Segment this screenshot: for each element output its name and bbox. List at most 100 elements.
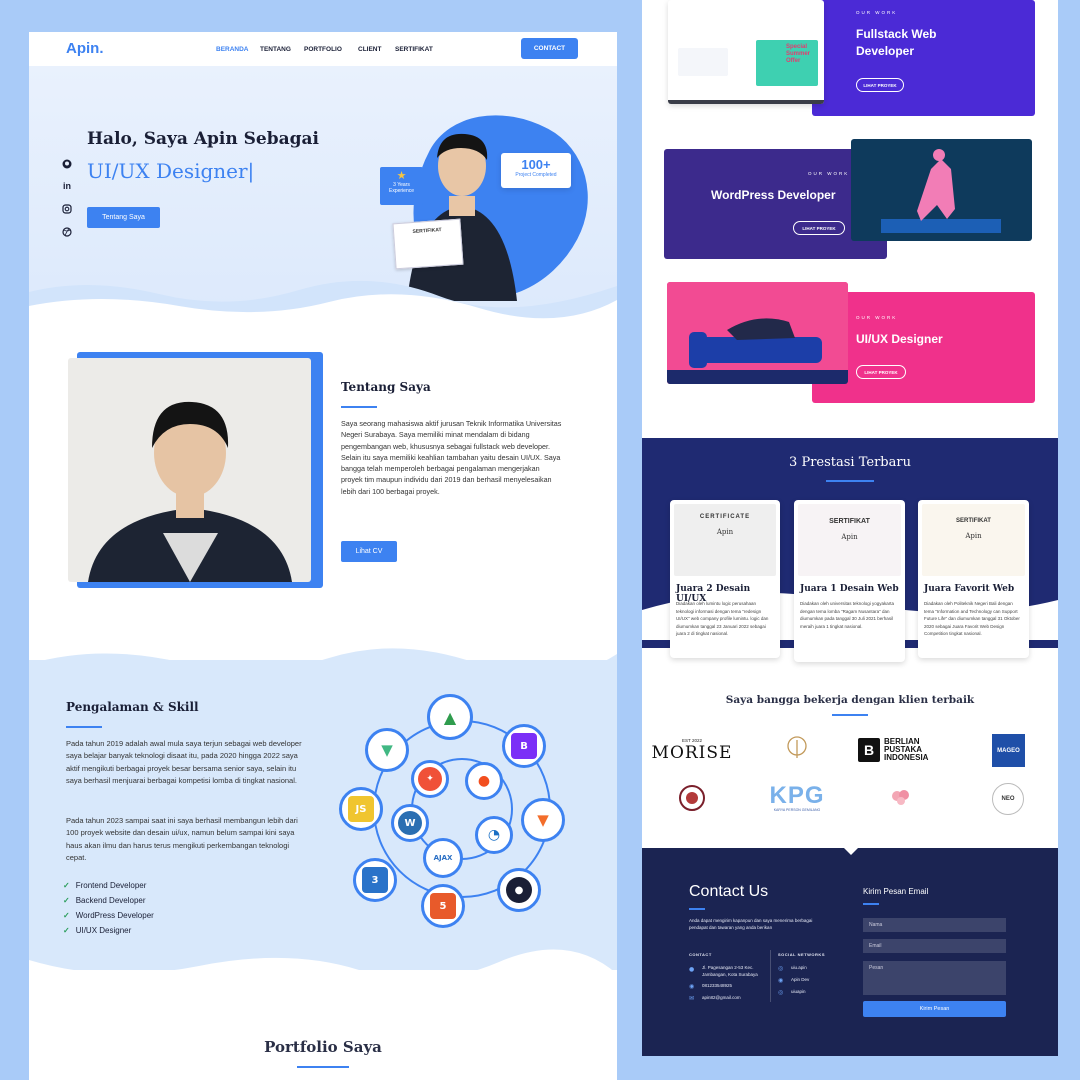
nav-link-portfolio[interactable]: PORTFOLIO (304, 46, 342, 53)
nav-link-tentang[interactable]: TENTANG (260, 46, 291, 53)
award-title: Juara Favorit Web (924, 584, 1015, 594)
skill-item-label: Frontend Developer (75, 881, 147, 890)
portfolio-eyebrow: OUR WORK (808, 171, 850, 176)
lihat-proyek-button[interactable]: LIHAT PROYEK (856, 365, 906, 379)
portfolio-card-title: UI/UX Designer (856, 332, 943, 346)
social-heading: SOCIAL NETWORKS (778, 952, 825, 957)
linkedin-icon[interactable]: in (60, 179, 74, 193)
github-icon[interactable] (60, 157, 74, 171)
hero-role: UI/UX Designer| (87, 159, 255, 183)
award-card[interactable]: CERTIFICATE Apin Juara 2 Desain UI/UX Di… (670, 500, 780, 658)
about-photo (68, 358, 311, 582)
contact-title: Contact Us (689, 883, 769, 900)
award-card[interactable]: SERTIFIKAT Apin Juara 1 Desain Web Diada… (794, 500, 905, 662)
gitlab-icon: ▼ (521, 798, 565, 842)
award-description: Diadakan oleh Politeknik Negeri Bali den… (924, 601, 1020, 636)
contact-button[interactable]: CONTACT (521, 38, 578, 59)
dribbble-icon: ◎ (778, 989, 784, 996)
award-certificate-name: Apin (841, 533, 858, 541)
morise-name: MORISE (651, 742, 733, 763)
social-link[interactable]: Apin Dev (791, 976, 809, 983)
nav-link-sertifikat[interactable]: SERTIFIKAT (395, 46, 433, 53)
mockup-offer-text: Special Summer Offer (786, 44, 811, 64)
award-certificate-name: Apin (965, 532, 982, 540)
skill-item-label: WordPress Developer (75, 911, 154, 920)
client-logo-mageo: MAGEO (992, 734, 1025, 767)
experience-title: Pengalaman & Skill (66, 700, 199, 714)
about-title-underline (341, 406, 377, 408)
location-icon: ● (689, 966, 695, 973)
award-certificate-label: SERTIFIKAT (829, 518, 870, 525)
award-certificate-image: CERTIFICATE Apin (674, 504, 776, 576)
contact-email[interactable]: apin82@gmail.com (702, 994, 741, 1001)
javascript-icon: JS (339, 787, 383, 831)
lihat-cv-button[interactable]: Lihat CV (341, 541, 397, 562)
portfolio-illustration-vr (851, 139, 1032, 241)
tentang-saya-button[interactable]: Tentang Saya (87, 207, 160, 228)
contact-description: Anda dapat mengirim kapanpun dan saya me… (689, 918, 813, 930)
skill-item: ✓ Frontend Developer (63, 881, 146, 890)
nav-link-client[interactable]: CLIENT (358, 46, 381, 53)
css3-icon: 3 (353, 858, 397, 902)
contact-divider (770, 950, 771, 1002)
experience-para-2: Pada tahun 2023 sampai saat ini saya ber… (66, 816, 298, 862)
certificate-label: SERTIFIKAT (412, 227, 442, 236)
social-link[interactable]: uiuapin (791, 988, 806, 995)
award-certificate-image: SERTIFIKAT Apin (798, 504, 901, 576)
clients-title-underline (832, 714, 868, 716)
client-logo-berlian: B BERLIAN PUSTAKA INDONESIA (858, 736, 948, 764)
berlian-mark: B (858, 738, 880, 762)
bootstrap-icon: B (502, 724, 546, 768)
projects-label: Project Completed (515, 172, 557, 178)
navbar: Apin. BERANDA TENTANG PORTFOLIO CLIENT S… (29, 32, 617, 66)
contact-title-underline (689, 908, 705, 910)
social-link[interactable]: uiu.apin (791, 964, 807, 971)
landing-page-left: Apin. BERANDA TENTANG PORTFOLIO CLIENT S… (29, 32, 617, 1080)
berlian-name: BERLIAN PUSTAKA INDONESIA (884, 737, 929, 762)
ajax-icon: AJAX (423, 838, 463, 878)
award-certificate-label: SERTIFIKAT (956, 518, 991, 524)
awards-title: 3 Prestasi Terbaru (789, 455, 911, 470)
portfolio-card-fullstack[interactable]: OUR WORK Fullstack Web Developer LIHAT P… (812, 0, 1035, 116)
kirim-pesan-button[interactable]: Kirim Pesan (863, 1001, 1006, 1017)
skill-item-label: UI/UX Designer (75, 926, 132, 935)
message-textarea[interactable]: Pesan (863, 961, 1006, 995)
instagram-icon: ◎ (778, 965, 784, 972)
projects-badge: 100+ Project Completed (501, 153, 571, 188)
years-badge-label: 3 Years Experience (388, 182, 414, 194)
skill-item-label: Backend Developer (75, 896, 146, 905)
portfolio-eyebrow: OUR WORK (856, 315, 898, 320)
lihat-proyek-button[interactable]: LIHAT PROYEK (793, 221, 845, 235)
experience-title-underline (66, 726, 102, 728)
portfolio-title-underline (297, 1066, 349, 1068)
about-body: Saya seorang mahasiswa aktif jurusan Tek… (341, 419, 562, 496)
skill-item: ✓ Backend Developer (63, 896, 146, 905)
landing-page-right: OUR WORK Fullstack Web Developer LIHAT P… (642, 0, 1058, 1056)
phone-icon: ◉ (689, 983, 695, 990)
hero-greeting: Halo, Saya Apin Sebagai (87, 129, 319, 149)
mockup-product (678, 48, 728, 76)
swift-icon: ✦ (411, 760, 449, 798)
mockup-banner: Special Summer Offer (756, 40, 818, 86)
client-logo-floral (886, 782, 916, 814)
email-input[interactable]: Email (863, 939, 1006, 953)
instagram-icon[interactable] (60, 202, 74, 216)
nav-link-beranda[interactable]: BERANDA (216, 46, 249, 53)
award-card[interactable]: SERTIFIKAT Apin Juara Favorit Web Diadak… (918, 500, 1029, 658)
check-icon: ✓ (63, 881, 70, 890)
dribbble-icon[interactable] (60, 225, 74, 239)
laravel-icon: ▲ (427, 694, 473, 740)
form-title: Kirim Pesan Email (863, 887, 929, 896)
portfolio-illustration-sofa (667, 282, 848, 384)
clients-title: Saya bangga bekerja dengan klien terbaik (725, 694, 975, 706)
award-description: Diadakan oleh universitas teknologi yogy… (800, 601, 895, 629)
skill-item: ✓ UI/UX Designer (63, 926, 131, 935)
certificate-paper: SERTIFIKAT (392, 218, 464, 270)
lihat-proyek-button[interactable]: LIHAT PROYEK (856, 78, 904, 92)
client-logo-seal (678, 784, 706, 812)
experience-para-1: Pada tahun 2019 adalah awal mula saya te… (66, 739, 302, 785)
name-input[interactable]: Nama (863, 918, 1006, 932)
portfolio-title: Portfolio Saya (264, 1038, 382, 1056)
jquery-icon: ◔ (475, 816, 513, 854)
logo[interactable]: Apin. (66, 40, 104, 57)
